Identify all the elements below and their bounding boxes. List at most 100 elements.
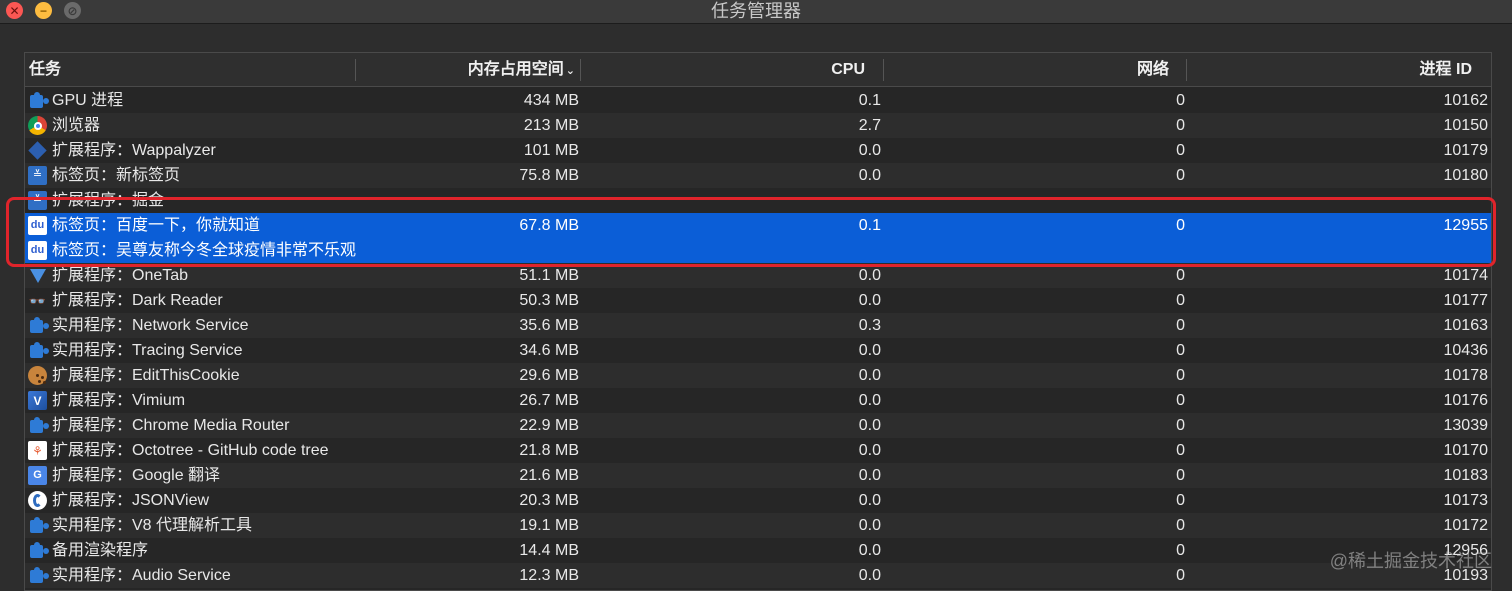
- cpu-value: 0.0: [858, 567, 881, 584]
- table-row[interactable]: G 扩展程序：Google 翻译 21.6 MB 0.0 0 10183: [25, 463, 1491, 488]
- column-divider[interactable]: [580, 59, 581, 81]
- table-row[interactable]: V 扩展程序：Vimium 26.7 MB 0.0 0 10176: [25, 388, 1491, 413]
- network-value: 0: [1176, 217, 1185, 234]
- network-value: 0: [1176, 367, 1185, 384]
- pid-value: 10173: [1443, 492, 1489, 509]
- memory-value: 12.3 MB: [519, 567, 579, 584]
- memory-value: 21.6 MB: [519, 467, 579, 484]
- column-divider[interactable]: [883, 59, 884, 81]
- table-row[interactable]: 实用程序：Tracing Service 34.6 MB 0.0 0 10436: [25, 338, 1491, 363]
- memory-value: 26.7 MB: [519, 392, 579, 409]
- table-row[interactable]: 👓 扩展程序：Dark Reader 50.3 MB 0.0 0 10177: [25, 288, 1491, 313]
- cpu-value: 0.0: [858, 517, 881, 534]
- table-header: 任务 内存占用空间 ⌄ CPU 网络 进程 ID: [25, 53, 1491, 87]
- juejin-icon: ≚: [28, 191, 47, 210]
- task-name: 实用程序：Network Service: [52, 317, 249, 334]
- cookie-icon: [28, 366, 47, 385]
- network-value: 0: [1176, 442, 1185, 459]
- memory-value: 51.1 MB: [519, 267, 579, 284]
- column-header-cpu[interactable]: CPU: [605, 53, 865, 87]
- memory-value: 29.6 MB: [519, 367, 579, 384]
- column-header-pid[interactable]: 进程 ID: [1211, 53, 1472, 87]
- wappalyzer-icon: [28, 141, 47, 160]
- chrome-icon: [28, 116, 47, 135]
- table-row[interactable]: ≚ 标签页：新标签页 75.8 MB 0.0 0 10180: [25, 163, 1491, 188]
- puzzle-icon: [28, 341, 47, 360]
- memory-value: 67.8 MB: [519, 217, 579, 234]
- puzzle-icon: [28, 316, 47, 335]
- cpu-value: 0.0: [858, 142, 881, 159]
- baidu-icon: du: [28, 216, 47, 235]
- pid-value: 10163: [1443, 317, 1489, 334]
- memory-value: 434 MB: [523, 92, 579, 109]
- task-name: 标签页：新标签页: [52, 167, 181, 184]
- puzzle-icon: [28, 516, 47, 535]
- network-value: 0: [1176, 167, 1185, 184]
- table-row[interactable]: 扩展程序：Wappalyzer 101 MB 0.0 0 10179: [25, 138, 1491, 163]
- pid-value: 10183: [1443, 467, 1489, 484]
- task-name: 标签页：百度一下，你就知道: [52, 217, 261, 234]
- memory-value: 21.8 MB: [519, 442, 579, 459]
- task-name: 扩展程序：掘金: [52, 192, 165, 209]
- pid-value: 10177: [1443, 292, 1489, 309]
- table-row-selected[interactable]: du 标签页：百度一下，你就知道 67.8 MB 0.1 0 12955 du …: [25, 213, 1491, 263]
- table-row[interactable]: 实用程序：Audio Service 12.3 MB 0.0 0 10193: [25, 563, 1491, 588]
- table-row[interactable]: 扩展程序：EditThisCookie 29.6 MB 0.0 0 10178: [25, 363, 1491, 388]
- pid-value: 13039: [1443, 417, 1489, 434]
- cpu-value: 0.0: [858, 367, 881, 384]
- task-name: 扩展程序：Chrome Media Router: [52, 417, 290, 434]
- cpu-value: 0.1: [858, 217, 881, 234]
- network-value: 0: [1176, 542, 1185, 559]
- column-divider[interactable]: [355, 59, 356, 81]
- memory-value: 50.3 MB: [519, 292, 579, 309]
- column-header-memory-label: 内存占用空间: [467, 61, 564, 78]
- table-row[interactable]: 扩展程序：Chrome Media Router 22.9 MB 0.0 0 1…: [25, 413, 1491, 438]
- column-header-task[interactable]: 任务: [29, 53, 61, 87]
- task-name: 浏览器: [52, 117, 101, 134]
- column-header-network[interactable]: 网络: [909, 53, 1169, 87]
- network-value: 0: [1176, 492, 1185, 509]
- table-row[interactable]: 备用渲染程序 14.4 MB 0.0 0 12956: [25, 538, 1491, 563]
- table-row[interactable]: ≚ 扩展程序：掘金: [25, 188, 1491, 213]
- pid-value: 10176: [1443, 392, 1489, 409]
- cpu-value: 0.0: [858, 342, 881, 359]
- memory-value: 22.9 MB: [519, 417, 579, 434]
- memory-value: 101 MB: [523, 142, 579, 159]
- vimium-icon: V: [28, 391, 47, 410]
- task-name: 实用程序：V8 代理解析工具: [52, 517, 253, 534]
- title-bar: ✕ − ⊘ 任务管理器: [0, 0, 1512, 24]
- task-name: 扩展程序：EditThisCookie: [52, 367, 240, 384]
- column-divider[interactable]: [1186, 59, 1187, 81]
- column-header-memory[interactable]: 内存占用空间 ⌄: [383, 53, 575, 87]
- cpu-value: 0.0: [858, 442, 881, 459]
- network-value: 0: [1176, 567, 1185, 584]
- table-row[interactable]: 实用程序：Network Service 35.6 MB 0.3 0 10163: [25, 313, 1491, 338]
- pid-value: 10178: [1443, 367, 1489, 384]
- task-name: 扩展程序：Google 翻译: [52, 467, 221, 484]
- table-row[interactable]: 扩展程序：JSONView 20.3 MB 0.0 0 10173: [25, 488, 1491, 513]
- network-value: 0: [1176, 517, 1185, 534]
- task-name: GPU 进程: [52, 92, 124, 109]
- table-row[interactable]: 浏览器 213 MB 2.7 0 10150: [25, 113, 1491, 138]
- pid-value: 10180: [1443, 167, 1489, 184]
- google-translate-icon: G: [28, 466, 47, 485]
- table-row[interactable]: ⚘ 扩展程序：Octotree - GitHub code tree 21.8 …: [25, 438, 1491, 463]
- table-row[interactable]: 扩展程序：OneTab 51.1 MB 0.0 0 10174: [25, 263, 1491, 288]
- table-row[interactable]: GPU 进程 434 MB 0.1 0 10162: [25, 88, 1491, 113]
- task-name: 扩展程序：Wappalyzer: [52, 142, 216, 159]
- task-name: 扩展程序：JSONView: [52, 492, 210, 509]
- network-value: 0: [1176, 417, 1185, 434]
- jsonview-icon: [28, 491, 47, 510]
- network-value: 0: [1176, 267, 1185, 284]
- process-table: 任务 内存占用空间 ⌄ CPU 网络 进程 ID GPU 进程 434 MB 0.…: [24, 52, 1492, 591]
- task-name: 备用渲染程序: [52, 542, 149, 559]
- memory-value: 35.6 MB: [519, 317, 579, 334]
- table-row[interactable]: 实用程序：V8 代理解析工具 19.1 MB 0.0 0 10172: [25, 513, 1491, 538]
- new-tab-icon: ≚: [28, 166, 47, 185]
- task-name: 实用程序：Audio Service: [52, 567, 231, 584]
- watermark: @稀土掘金技术社区: [1329, 551, 1492, 571]
- pid-value: 10170: [1443, 442, 1489, 459]
- pid-value: 10179: [1443, 142, 1489, 159]
- onetab-icon: [28, 266, 47, 285]
- puzzle-icon: [28, 566, 47, 585]
